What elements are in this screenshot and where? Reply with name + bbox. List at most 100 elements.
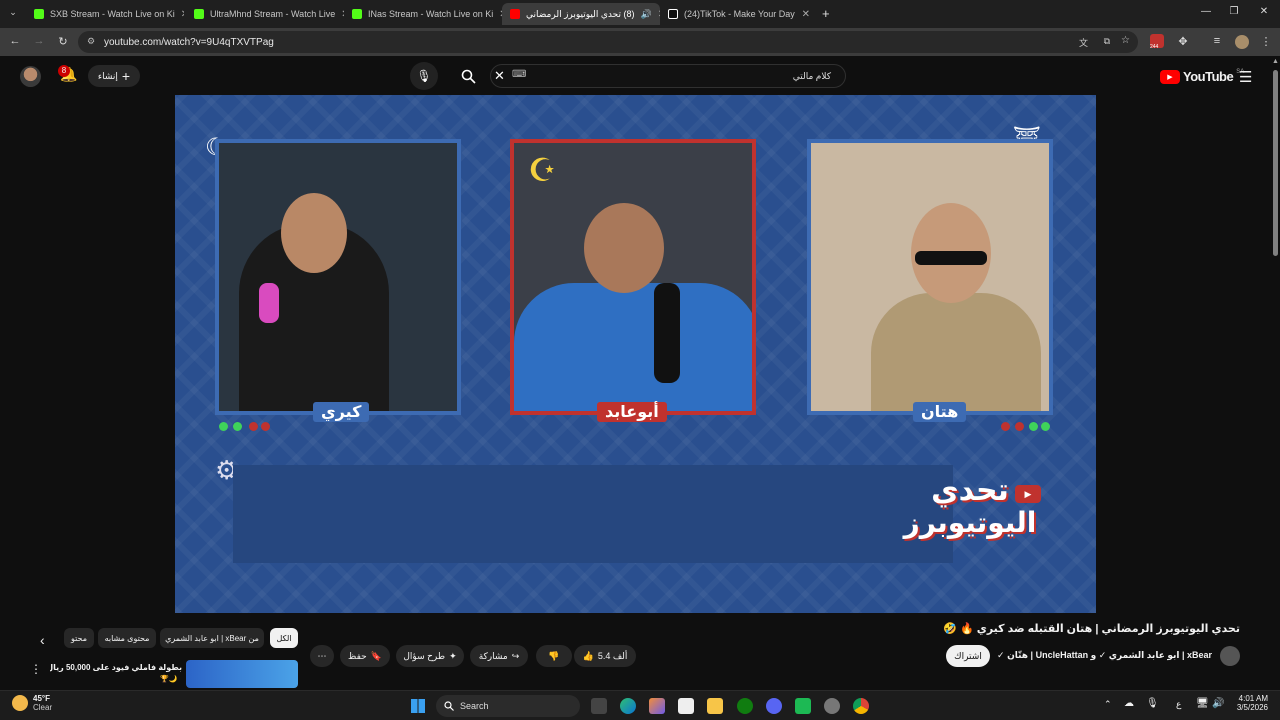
user-avatar[interactable]: [20, 66, 41, 87]
edge-icon[interactable]: [620, 698, 636, 714]
site-info-icon[interactable]: ⚙: [87, 36, 95, 47]
plus-icon: +: [121, 68, 131, 84]
player-name-tag: أبوعابد: [597, 402, 667, 422]
browser-tab[interactable]: UltraMhnd Stream - Watch Live ✕: [186, 3, 344, 25]
clock-time: 4:01 AM: [1238, 694, 1268, 703]
restore-icon[interactable]: ❐: [1224, 6, 1244, 17]
forward-icon[interactable]: →: [32, 35, 46, 47]
browser-tab[interactable]: INas Stream - Watch Live on Ki ✕: [344, 3, 502, 25]
store-icon[interactable]: [678, 698, 694, 714]
profile-avatar[interactable]: [1235, 35, 1249, 49]
video-player[interactable]: ☾ ⛩ كيري ☪ أبوعابد هتان ⚙ تحدي اليوتيوبر…: [175, 95, 1096, 613]
ask-label: طرح سؤال: [403, 650, 446, 661]
youtube-logo[interactable]: ▶ YouTube SA: [1160, 69, 1244, 84]
chip-scroll-left-icon[interactable]: ‹: [40, 632, 45, 648]
xbox-icon[interactable]: [737, 698, 753, 714]
microphone-prop: [654, 283, 680, 383]
player-face: [584, 203, 664, 293]
taskbar-search[interactable]: Search: [436, 695, 580, 717]
file-explorer-icon[interactable]: [707, 698, 723, 714]
save-button[interactable]: حفظ 🔖: [340, 645, 390, 667]
address-bar[interactable]: ⚙ youtube.com/watch?v=9U4qTXVTPag 文 ⧉ ☆: [78, 31, 1138, 53]
network-icon[interactable]: 🖥: [1196, 698, 1209, 709]
close-window-icon[interactable]: ✕: [1254, 6, 1274, 17]
more-actions-button[interactable]: ⋯: [310, 645, 334, 667]
player-name-tag: كيري: [313, 402, 370, 422]
browser-tab[interactable]: (24)TikTok - Make Your Day ✕: [660, 3, 818, 25]
channel-avatar[interactable]: [1220, 646, 1240, 666]
extensions-puzzle-icon[interactable]: ✥: [1176, 35, 1190, 48]
status-dot: [233, 422, 242, 431]
search-input[interactable]: كلام مالتي: [490, 64, 846, 88]
suggestion-title[interactable]: بطولة فاملي فيود على 50,000 ريال #2: [50, 663, 182, 672]
suggestion-emoji: 🏆🌙: [160, 676, 178, 683]
scroll-up-icon[interactable]: ▲: [1272, 58, 1279, 65]
chip-from-channel[interactable]: من xBear | ابو عابد الشمري: [160, 628, 264, 648]
scrollbar-thumb[interactable]: [1273, 70, 1278, 256]
browser-tab[interactable]: SXB Stream - Watch Live on Ki ✕: [26, 3, 184, 25]
audio-icon[interactable]: 🔊: [640, 9, 651, 20]
status-dot: [1001, 422, 1010, 431]
status-dot: [1029, 422, 1038, 431]
translate-icon[interactable]: 文: [1079, 36, 1088, 49]
subscribe-button[interactable]: اشتراك: [946, 645, 990, 667]
copilot-icon[interactable]: [649, 698, 665, 714]
player-figure: [514, 283, 752, 411]
suggestion-menu-icon[interactable]: ⋮: [30, 662, 42, 676]
create-button[interactable]: إنشاء +: [88, 65, 140, 87]
chip-related[interactable]: محتوى مشابه: [98, 628, 156, 648]
logo-play-icon: ▶: [1015, 485, 1041, 503]
crescent-decoration-icon: ☪: [528, 152, 557, 188]
share-button[interactable]: مشاركة ↪: [470, 645, 528, 667]
suggestion-thumbnail[interactable]: [186, 660, 298, 688]
close-tab-icon[interactable]: ✕: [802, 9, 810, 20]
tray-chevron-icon[interactable]: ⌃: [1104, 699, 1112, 710]
extension-badge: 244: [1150, 44, 1159, 50]
app-icon[interactable]: [795, 698, 811, 714]
keyboard-icon[interactable]: ⌨: [512, 69, 526, 80]
weather-widget[interactable]: 45°F Clear: [12, 694, 52, 712]
settings-icon[interactable]: [824, 698, 840, 714]
minimize-icon[interactable]: —: [1196, 6, 1216, 17]
moon-weather-icon: [12, 695, 28, 711]
ask-button[interactable]: طرح سؤال ✦: [396, 645, 464, 667]
like-count: 5.4 ألف: [597, 650, 628, 661]
browser-menu-icon[interactable]: ⋮: [1259, 35, 1273, 48]
task-view-icon[interactable]: [591, 698, 607, 714]
like-button[interactable]: 👍 5.4 ألف: [574, 645, 636, 667]
back-icon[interactable]: ←: [8, 35, 22, 47]
thumbs-up-icon: 👍: [582, 650, 594, 661]
hamburger-menu-icon[interactable]: ☰: [1239, 68, 1252, 86]
chip-all[interactable]: الكل: [270, 628, 298, 648]
new-tab-button[interactable]: +: [822, 6, 830, 21]
reading-list-icon[interactable]: ≡: [1210, 35, 1224, 47]
reload-icon[interactable]: ↻: [56, 35, 70, 48]
weather-desc: Clear: [33, 703, 53, 712]
start-windows-icon[interactable]: [411, 699, 425, 713]
microphone-prop: [259, 283, 279, 323]
search-button[interactable]: [448, 64, 488, 88]
tab-title: INas Stream - Watch Live on Ki: [368, 9, 494, 19]
clock[interactable]: 4:01 AM 3/5/2026: [1232, 694, 1268, 712]
chrome-icon[interactable]: [853, 698, 869, 714]
onedrive-icon[interactable]: ☁: [1124, 698, 1134, 709]
dislike-button[interactable]: 👎: [536, 645, 572, 667]
install-icon[interactable]: ⧉: [1104, 36, 1110, 47]
close-tab-icon[interactable]: ✕: [181, 9, 184, 20]
language-indicator[interactable]: ع: [1176, 699, 1181, 710]
status-dot: [1015, 422, 1024, 431]
clear-search-icon[interactable]: ✕: [494, 68, 505, 84]
chip-more[interactable]: محتو: [64, 628, 94, 648]
weather-temp: 45°F: [33, 694, 50, 703]
discord-icon[interactable]: [766, 698, 782, 714]
voice-search-button[interactable]: 🎙: [410, 62, 438, 90]
channel-names[interactable]: xBear | ابو عابد الشمري ✓ و UncleHattan …: [997, 650, 1212, 661]
volume-icon[interactable]: 🔊: [1212, 698, 1224, 709]
windows-taskbar: 45°F Clear Search ⌃ ☁ 🎙 ع 🖥 🔊 4:01 AM 3/…: [0, 690, 1280, 720]
bookmark-star-icon[interactable]: ☆: [1121, 35, 1130, 46]
player-figure: [871, 293, 1041, 411]
tab-search-icon[interactable]: ⌄: [6, 7, 20, 21]
microphone-tray-icon[interactable]: 🎙: [1146, 698, 1159, 709]
sunglasses: [915, 251, 987, 265]
browser-tab-active[interactable]: (8) تحدي اليوتيوبرز الرمضاني 🔊 ✕: [502, 3, 660, 25]
